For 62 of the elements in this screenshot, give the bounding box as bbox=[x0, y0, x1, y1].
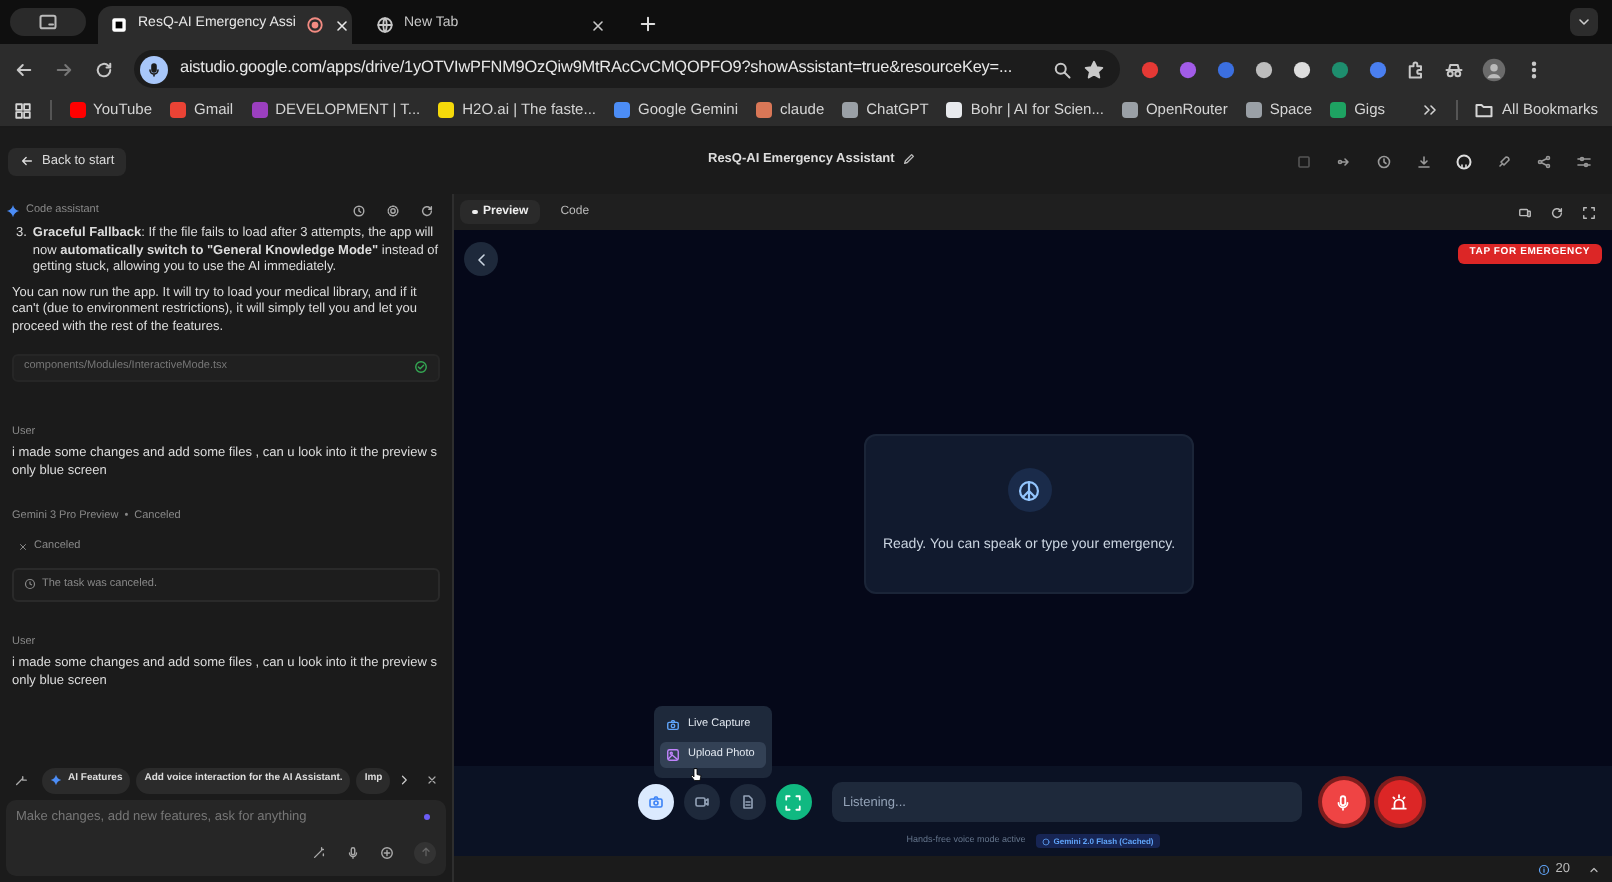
chevron-double-right-icon[interactable] bbox=[1421, 102, 1438, 118]
folder-icon bbox=[1474, 100, 1495, 120]
avatar-icon[interactable] bbox=[1482, 57, 1506, 81]
zoom-icon[interactable] bbox=[1052, 59, 1072, 79]
microphone-icon[interactable] bbox=[346, 845, 360, 860]
sparkle-icon bbox=[50, 774, 62, 786]
clock-icon bbox=[24, 578, 36, 591]
app-favicon-icon bbox=[110, 16, 128, 34]
puzzle-icon[interactable] bbox=[1406, 59, 1426, 79]
siren-icon bbox=[1390, 793, 1408, 811]
magic-wand-icon[interactable] bbox=[312, 845, 326, 860]
back-arrow-icon[interactable] bbox=[14, 59, 34, 79]
arrow-up-icon bbox=[419, 846, 431, 859]
microphone-button[interactable] bbox=[1321, 780, 1365, 824]
tool-button[interactable] bbox=[637, 784, 673, 820]
devices-icon[interactable] bbox=[1518, 205, 1532, 219]
close-icon bbox=[18, 541, 28, 552]
sliders-icon[interactable] bbox=[1576, 153, 1592, 169]
scan-frame-icon bbox=[784, 793, 802, 811]
video-camera-icon bbox=[693, 794, 709, 810]
apps-grid-icon[interactable] bbox=[14, 101, 32, 119]
camera-icon bbox=[666, 718, 680, 732]
alarm-button[interactable] bbox=[1377, 780, 1421, 824]
refresh-icon[interactable] bbox=[1550, 205, 1564, 219]
sparkle-icon bbox=[6, 203, 20, 217]
pencil-icon[interactable] bbox=[902, 152, 917, 167]
add-circle-icon[interactable] bbox=[380, 845, 394, 860]
window-icon bbox=[38, 12, 58, 32]
chevron-left-icon bbox=[473, 251, 489, 267]
chevron-down-icon bbox=[1576, 14, 1592, 30]
globe-icon bbox=[376, 16, 394, 34]
history-icon[interactable] bbox=[352, 203, 366, 217]
microphone-icon bbox=[1334, 793, 1352, 811]
microphone-icon bbox=[146, 61, 162, 77]
back-button[interactable] bbox=[464, 242, 498, 276]
reload-icon[interactable] bbox=[94, 59, 114, 79]
tool-button[interactable] bbox=[775, 784, 811, 820]
refresh-icon[interactable] bbox=[420, 203, 434, 217]
url-text: aistudio.google.com/apps/drive/1yOTVIwPFNM9OzQiw9MtRAcCvCMQOPFO9?showAssistant=true&resourceKey=... bbox=[180, 56, 1015, 81]
forward-arrow-icon[interactable] bbox=[54, 59, 74, 79]
close-icon[interactable] bbox=[333, 17, 350, 33]
pointer-cursor-icon bbox=[688, 766, 704, 784]
history-icon[interactable] bbox=[1376, 153, 1392, 169]
camera-icon bbox=[647, 794, 663, 810]
chevron-up-icon[interactable] bbox=[1588, 863, 1600, 875]
peace-sign-icon bbox=[1018, 479, 1040, 502]
chevron-right-icon[interactable] bbox=[398, 774, 411, 786]
share-icon[interactable] bbox=[1536, 153, 1552, 169]
tab-search-button[interactable] bbox=[10, 8, 86, 36]
tab-list-button[interactable] bbox=[1570, 8, 1598, 36]
close-icon[interactable] bbox=[590, 17, 606, 33]
suggestion-icon[interactable] bbox=[14, 773, 28, 787]
back-arrow-icon bbox=[20, 154, 34, 168]
download-icon[interactable] bbox=[1416, 153, 1432, 169]
recording-icon bbox=[305, 16, 324, 34]
document-icon bbox=[739, 794, 755, 810]
address-bar[interactable]: aistudio.google.com/apps/drive/1yOTVIwPFNM9OzQiw9MtRAcCvCMQOPFO9?showAssistant=true&resourceKey=... bbox=[134, 50, 1120, 88]
image-icon bbox=[666, 748, 680, 762]
fullscreen-icon[interactable] bbox=[1582, 205, 1596, 219]
close-icon[interactable] bbox=[426, 774, 439, 786]
new-tab-icon[interactable] bbox=[638, 14, 658, 34]
star-icon[interactable] bbox=[1084, 59, 1104, 79]
